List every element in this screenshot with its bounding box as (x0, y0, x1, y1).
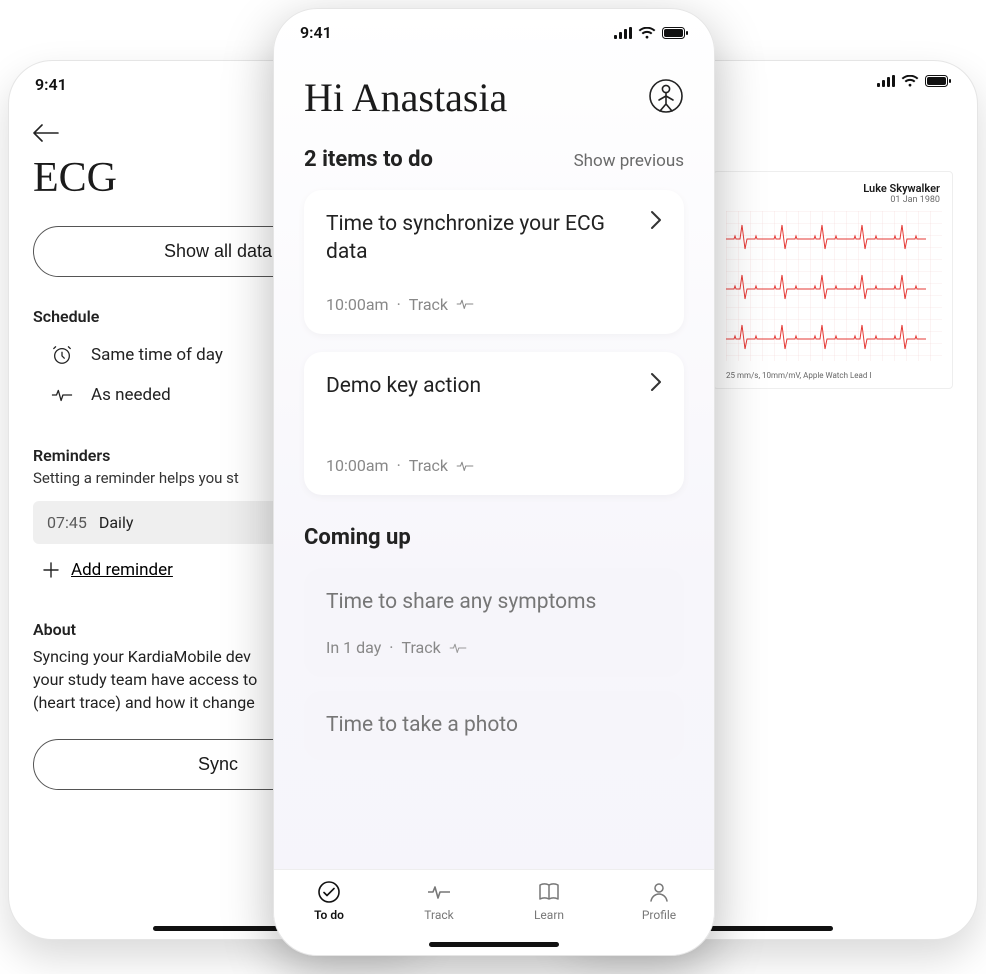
card-title: Time to take a photo (326, 711, 662, 739)
tab-learn[interactable]: Learn (494, 880, 604, 922)
person-circle-icon (648, 78, 684, 114)
tab-track[interactable]: Track (384, 880, 494, 922)
pulse-icon (427, 880, 451, 904)
pulse-icon (456, 298, 474, 310)
pulse-icon (51, 384, 73, 406)
status-bar: 9:41 (274, 9, 714, 42)
tab-label: Learn (534, 908, 564, 922)
checkmark-circle-icon (317, 880, 341, 904)
battery-icon (662, 27, 688, 39)
sync-label: Sync (198, 754, 238, 774)
reminder-time: 07:45 (47, 513, 87, 532)
ecg-waveform-icon (726, 211, 942, 361)
upcoming-card-photo[interactable]: Time to take a photo (304, 691, 684, 759)
tab-label: Track (424, 908, 453, 922)
home-indicator (153, 926, 283, 931)
card-meta-category: Track (409, 295, 448, 314)
todo-card-demo-action[interactable]: Demo key action 10:00am · Track (304, 352, 684, 495)
person-icon (647, 880, 671, 904)
add-reminder-label: Add reminder (71, 560, 173, 580)
todo-count-header: 2 items to do (304, 147, 433, 172)
status-icons (614, 27, 688, 39)
ecg-report-card[interactable]: Luke Skywalker 01 Jan 1980 (713, 171, 953, 389)
signal-icon (877, 75, 895, 87)
show-all-data-label: Show all data (164, 241, 272, 261)
plus-icon (43, 562, 59, 578)
status-icons (877, 75, 951, 87)
card-meta-time: In 1 day (326, 638, 381, 657)
tab-todo[interactable]: To do (274, 880, 384, 922)
greeting-title: Hi Anastasia (304, 74, 507, 121)
chevron-right-icon (650, 210, 662, 230)
upcoming-card-symptoms[interactable]: Time to share any symptoms In 1 day · Tr… (304, 568, 684, 677)
clock-icon (51, 344, 73, 366)
coming-up-header: Coming up (304, 525, 684, 550)
tab-label: Profile (642, 908, 676, 922)
pulse-icon (456, 460, 474, 472)
schedule-item-label: Same time of day (91, 345, 223, 365)
book-icon (537, 880, 561, 904)
pulse-icon (449, 642, 467, 654)
wifi-icon (901, 75, 919, 87)
reminder-frequency: Daily (99, 513, 134, 532)
chevron-right-icon (650, 372, 662, 392)
card-title: Time to share any symptoms (326, 588, 662, 616)
wifi-icon (638, 27, 656, 39)
ecg-footer: 25 mm/s, 10mm/mV, Apple Watch Lead I (726, 371, 940, 380)
ecg-date: 01 Jan 1980 (726, 195, 940, 205)
card-meta-time: 10:00am (326, 456, 389, 475)
show-previous-link[interactable]: Show previous (574, 151, 684, 171)
status-time: 9:41 (300, 23, 332, 42)
ecg-patient-name: Luke Skywalker (726, 182, 940, 195)
home-indicator (429, 942, 559, 947)
tab-label: To do (314, 908, 344, 922)
card-meta-category: Track (401, 638, 440, 657)
phone-center: 9:41 Hi Anastasia 2 items to do Show pre… (273, 8, 715, 956)
status-time: 9:41 (35, 75, 67, 94)
profile-button[interactable] (648, 78, 684, 118)
signal-icon (614, 27, 632, 39)
battery-icon (925, 75, 951, 87)
todo-card-sync-ecg[interactable]: Time to synchronize your ECG data 10:00a… (304, 190, 684, 334)
arrow-left-icon (33, 124, 59, 142)
card-meta-category: Track (409, 456, 448, 475)
home-indicator (703, 926, 833, 931)
schedule-item-label: As needed (91, 385, 171, 405)
card-title: Time to synchronize your ECG data (326, 210, 650, 267)
card-meta-time: 10:00am (326, 295, 389, 314)
tab-profile[interactable]: Profile (604, 880, 714, 922)
card-title: Demo key action (326, 372, 497, 400)
